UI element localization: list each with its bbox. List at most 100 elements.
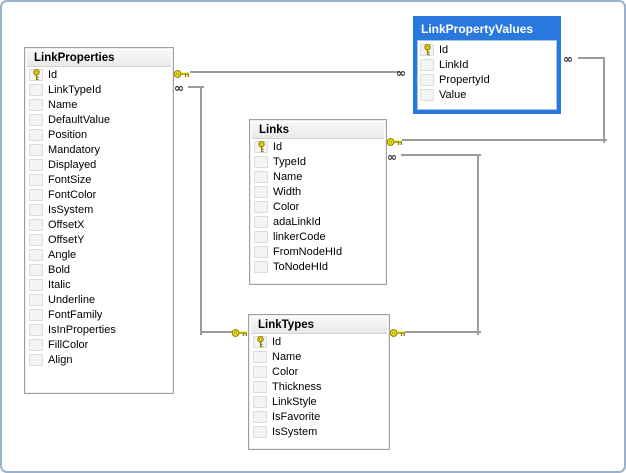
table-title-linkpropertyvalues[interactable]: LinkPropertyValues <box>417 20 557 40</box>
row-selector <box>253 366 267 378</box>
column-row-color[interactable]: Color <box>252 199 384 214</box>
column-row-align[interactable]: Align <box>27 352 171 367</box>
column-row-fontsize[interactable]: FontSize <box>27 172 171 187</box>
relationship1-line[interactable] <box>190 71 400 73</box>
column-row-id[interactable]: Id <box>27 67 171 82</box>
column-name: FontColor <box>48 189 96 201</box>
relationship2-line[interactable] <box>200 86 202 335</box>
column-row-offsety[interactable]: OffsetY <box>27 232 171 247</box>
column-name: IsInProperties <box>48 324 116 336</box>
table-title-linktypes[interactable]: LinkTypes <box>251 317 387 334</box>
column-row-name[interactable]: Name <box>252 169 384 184</box>
column-name: Color <box>273 201 299 213</box>
table-node-linkproperties[interactable]: LinkProperties IdLinkTypeIdName DefaultVa… <box>24 47 174 394</box>
row-selector <box>29 279 43 291</box>
column-row-fontcolor[interactable]: FontColor <box>27 187 171 202</box>
row-selector <box>29 264 43 276</box>
table-node-linktypes[interactable]: LinkTypes IdNameColorThicknessLinkStyleI… <box>248 314 390 450</box>
row-selector <box>253 426 267 438</box>
column-name: LinkId <box>439 59 468 71</box>
column-row-fillcolor[interactable]: FillColor <box>27 337 171 352</box>
row-selector <box>29 159 43 171</box>
column-row-linkercode[interactable]: linkerCode <box>252 229 384 244</box>
column-row-tonodehid[interactable]: ToNodeHId <box>252 259 384 274</box>
column-name: Id <box>48 69 57 81</box>
relationship3-many-icon: ∞ <box>563 54 572 64</box>
column-name: Position <box>48 129 87 141</box>
table-node-linkpropertyvalues[interactable]: LinkPropertyValues Id LinkId PropertyId Val… <box>413 16 561 114</box>
row-selector <box>29 144 43 156</box>
relationship4-line[interactable] <box>401 154 481 156</box>
table-body: Id LinkId PropertyId Value <box>417 40 557 110</box>
row-selector <box>253 411 267 423</box>
row-selector <box>29 99 43 111</box>
column-name: Displayed <box>48 159 96 171</box>
column-row-name[interactable]: Name <box>251 349 387 364</box>
column-row-typeid[interactable]: TypeId <box>252 154 384 169</box>
column-row-italic[interactable]: Italic <box>27 277 171 292</box>
column-row-mandatory[interactable]: Mandatory <box>27 142 171 157</box>
column-row-underline[interactable]: Underline <box>27 292 171 307</box>
column-row-angle[interactable]: Angle <box>27 247 171 262</box>
column-row-issystem[interactable]: IsSystem <box>251 424 387 439</box>
relationship4-one-key-icon <box>389 327 406 339</box>
column-row-color[interactable]: Color <box>251 364 387 379</box>
column-row-fontfamily[interactable]: FontFamily <box>27 307 171 322</box>
row-selector <box>254 156 268 168</box>
column-row-thickness[interactable]: Thickness <box>251 379 387 394</box>
column-name: PropertyId <box>439 74 490 86</box>
column-name: Thickness <box>272 381 322 393</box>
column-row-bold[interactable]: Bold <box>27 262 171 277</box>
relationship2-line[interactable] <box>200 331 233 333</box>
column-row-name[interactable]: Name <box>27 97 171 112</box>
column-row-defaultvalue[interactable]: DefaultValue <box>27 112 171 127</box>
column-row-isinproperties[interactable]: IsInProperties <box>27 322 171 337</box>
row-selector <box>254 261 268 273</box>
column-row-linkstyle[interactable]: LinkStyle <box>251 394 387 409</box>
column-row-issystem[interactable]: IsSystem <box>27 202 171 217</box>
column-list: IdLinkTypeIdName DefaultValue PositionMand… <box>27 67 171 367</box>
column-name: FontSize <box>48 174 91 186</box>
relationship2-many-icon: ∞ <box>174 83 183 93</box>
column-row-linkid[interactable]: LinkId <box>418 57 556 72</box>
primary-key-icon <box>253 336 267 348</box>
column-row-id[interactable]: Id <box>418 42 556 57</box>
column-row-propertyid[interactable]: PropertyId <box>418 72 556 87</box>
column-name: Italic <box>48 279 71 291</box>
column-name: IsSystem <box>48 204 93 216</box>
table-title-linkproperties[interactable]: LinkProperties <box>27 50 171 67</box>
row-selector <box>254 171 268 183</box>
column-row-fromnodehid[interactable]: FromNodeHId <box>252 244 384 259</box>
row-selector <box>29 219 43 231</box>
column-name: Name <box>273 171 302 183</box>
column-row-id[interactable]: Id <box>251 334 387 349</box>
column-row-isfavorite[interactable]: IsFavorite <box>251 409 387 424</box>
column-name: Name <box>272 351 301 363</box>
relationship3-line[interactable] <box>578 57 605 59</box>
relationship2-one-key-icon <box>231 327 248 339</box>
column-row-width[interactable]: Width <box>252 184 384 199</box>
relationship4-line[interactable] <box>477 154 479 335</box>
row-selector <box>29 309 43 321</box>
column-name: FillColor <box>48 339 88 351</box>
relationship3-line[interactable] <box>402 139 607 141</box>
row-selector <box>254 186 268 198</box>
column-name: DefaultValue <box>48 114 110 126</box>
column-row-position[interactable]: Position <box>27 127 171 142</box>
table-node-links[interactable]: Links IdTypeId NameWidth ColoradaLinkIdlin… <box>249 119 387 285</box>
table-title-links[interactable]: Links <box>252 122 384 139</box>
column-row-value[interactable]: Value <box>418 87 556 102</box>
column-row-adalinkid[interactable]: adaLinkId <box>252 214 384 229</box>
row-selector <box>29 249 43 261</box>
column-name: Value <box>439 89 466 101</box>
relationship3-line[interactable] <box>603 57 605 143</box>
column-row-id[interactable]: Id <box>252 139 384 154</box>
row-selector <box>29 129 43 141</box>
column-row-displayed[interactable]: Displayed <box>27 157 171 172</box>
column-name: FromNodeHId <box>273 246 342 258</box>
column-row-offsetx[interactable]: OffsetX <box>27 217 171 232</box>
row-selector <box>420 74 434 86</box>
column-row-linktypeid[interactable]: LinkTypeId <box>27 82 171 97</box>
relationship4-line[interactable] <box>405 331 481 333</box>
row-selector <box>420 89 434 101</box>
